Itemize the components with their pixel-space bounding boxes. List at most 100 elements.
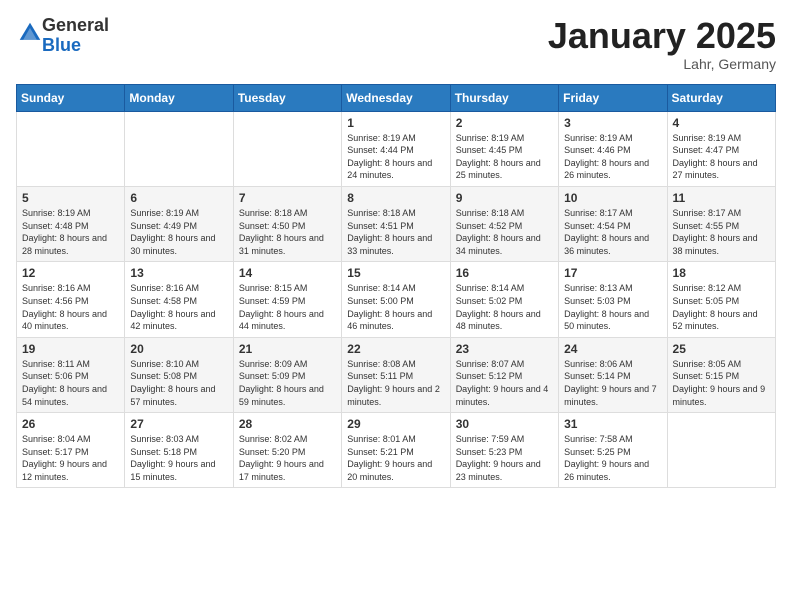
weekday-header: Saturday	[667, 84, 775, 111]
day-number: 12	[22, 266, 119, 280]
title-block: January 2025 Lahr, Germany	[548, 16, 776, 72]
day-info: Sunrise: 8:04 AMSunset: 5:17 PMDaylight:…	[22, 433, 119, 483]
location: Lahr, Germany	[548, 56, 776, 72]
day-info: Sunrise: 8:18 AMSunset: 4:50 PMDaylight:…	[239, 207, 336, 257]
calendar-cell: 24 Sunrise: 8:06 AMSunset: 5:14 PMDayligh…	[559, 337, 667, 412]
day-number: 30	[456, 417, 553, 431]
calendar-cell: 22 Sunrise: 8:08 AMSunset: 5:11 PMDayligh…	[342, 337, 450, 412]
logo: General Blue	[16, 16, 109, 56]
calendar-cell: 15 Sunrise: 8:14 AMSunset: 5:00 PMDayligh…	[342, 262, 450, 337]
day-info: Sunrise: 8:12 AMSunset: 5:05 PMDaylight:…	[673, 282, 770, 332]
day-info: Sunrise: 8:15 AMSunset: 4:59 PMDaylight:…	[239, 282, 336, 332]
calendar-week-row: 12 Sunrise: 8:16 AMSunset: 4:56 PMDayligh…	[17, 262, 776, 337]
day-number: 18	[673, 266, 770, 280]
day-number: 24	[564, 342, 661, 356]
day-info: Sunrise: 8:19 AMSunset: 4:47 PMDaylight:…	[673, 132, 770, 182]
day-number: 27	[130, 417, 227, 431]
calendar-cell	[17, 111, 125, 186]
day-number: 22	[347, 342, 444, 356]
day-info: Sunrise: 8:19 AMSunset: 4:46 PMDaylight:…	[564, 132, 661, 182]
calendar-cell: 31 Sunrise: 7:58 AMSunset: 5:25 PMDayligh…	[559, 413, 667, 488]
month-title: January 2025	[548, 16, 776, 56]
day-info: Sunrise: 8:13 AMSunset: 5:03 PMDaylight:…	[564, 282, 661, 332]
day-number: 9	[456, 191, 553, 205]
logo-icon	[18, 21, 42, 45]
day-info: Sunrise: 8:16 AMSunset: 4:58 PMDaylight:…	[130, 282, 227, 332]
day-number: 13	[130, 266, 227, 280]
day-number: 16	[456, 266, 553, 280]
day-number: 2	[456, 116, 553, 130]
day-number: 17	[564, 266, 661, 280]
day-info: Sunrise: 8:11 AMSunset: 5:06 PMDaylight:…	[22, 358, 119, 408]
day-info: Sunrise: 8:17 AMSunset: 4:55 PMDaylight:…	[673, 207, 770, 257]
calendar-week-row: 1Sunrise: 8:19 AMSunset: 4:44 PMDaylight…	[17, 111, 776, 186]
day-number: 7	[239, 191, 336, 205]
day-number: 23	[456, 342, 553, 356]
day-info: Sunrise: 8:18 AMSunset: 4:52 PMDaylight:…	[456, 207, 553, 257]
day-info: Sunrise: 8:06 AMSunset: 5:14 PMDaylight:…	[564, 358, 661, 408]
calendar-cell: 4 Sunrise: 8:19 AMSunset: 4:47 PMDaylight…	[667, 111, 775, 186]
calendar-cell: 6 Sunrise: 8:19 AMSunset: 4:49 PMDaylight…	[125, 186, 233, 261]
calendar-week-row: 26 Sunrise: 8:04 AMSunset: 5:17 PMDayligh…	[17, 413, 776, 488]
day-number: 3	[564, 116, 661, 130]
calendar-cell: 26 Sunrise: 8:04 AMSunset: 5:17 PMDayligh…	[17, 413, 125, 488]
calendar-cell: 20Sunrise: 8:10 AMSunset: 5:08 PMDayligh…	[125, 337, 233, 412]
day-number: 21	[239, 342, 336, 356]
day-number: 20	[130, 342, 227, 356]
calendar-cell: 12 Sunrise: 8:16 AMSunset: 4:56 PMDayligh…	[17, 262, 125, 337]
page-header: General Blue January 2025 Lahr, Germany	[16, 16, 776, 72]
day-number: 8	[347, 191, 444, 205]
weekday-header: Friday	[559, 84, 667, 111]
day-info: Sunrise: 7:59 AMSunset: 5:23 PMDaylight:…	[456, 433, 553, 483]
weekday-header: Monday	[125, 84, 233, 111]
calendar-cell: 3 Sunrise: 8:19 AMSunset: 4:46 PMDaylight…	[559, 111, 667, 186]
day-info: Sunrise: 8:02 AMSunset: 5:20 PMDaylight:…	[239, 433, 336, 483]
calendar-cell: 2Sunrise: 8:19 AMSunset: 4:45 PMDaylight…	[450, 111, 558, 186]
day-number: 5	[22, 191, 119, 205]
day-info: Sunrise: 8:09 AMSunset: 5:09 PMDaylight:…	[239, 358, 336, 408]
day-number: 4	[673, 116, 770, 130]
day-number: 11	[673, 191, 770, 205]
day-info: Sunrise: 7:58 AMSunset: 5:25 PMDaylight:…	[564, 433, 661, 483]
day-info: Sunrise: 8:07 AMSunset: 5:12 PMDaylight:…	[456, 358, 553, 408]
calendar-cell: 27 Sunrise: 8:03 AMSunset: 5:18 PMDayligh…	[125, 413, 233, 488]
calendar-cell: 5 Sunrise: 8:19 AMSunset: 4:48 PMDaylight…	[17, 186, 125, 261]
calendar-cell: 8 Sunrise: 8:18 AMSunset: 4:51 PMDaylight…	[342, 186, 450, 261]
calendar-cell	[233, 111, 341, 186]
weekday-header: Tuesday	[233, 84, 341, 111]
calendar-cell: 30 Sunrise: 7:59 AMSunset: 5:23 PMDayligh…	[450, 413, 558, 488]
day-number: 26	[22, 417, 119, 431]
logo-blue: Blue	[42, 35, 81, 55]
day-number: 25	[673, 342, 770, 356]
day-number: 29	[347, 417, 444, 431]
day-info: Sunrise: 8:14 AMSunset: 5:00 PMDaylight:…	[347, 282, 444, 332]
weekday-header: Thursday	[450, 84, 558, 111]
calendar-cell: 29Sunrise: 8:01 AMSunset: 5:21 PMDayligh…	[342, 413, 450, 488]
day-number: 1	[347, 116, 444, 130]
day-number: 19	[22, 342, 119, 356]
calendar-cell: 19 Sunrise: 8:11 AMSunset: 5:06 PMDayligh…	[17, 337, 125, 412]
weekday-header: Wednesday	[342, 84, 450, 111]
day-number: 6	[130, 191, 227, 205]
calendar-cell	[125, 111, 233, 186]
day-info: Sunrise: 8:18 AMSunset: 4:51 PMDaylight:…	[347, 207, 444, 257]
calendar-cell: 18 Sunrise: 8:12 AMSunset: 5:05 PMDayligh…	[667, 262, 775, 337]
calendar-cell	[667, 413, 775, 488]
day-info: Sunrise: 8:16 AMSunset: 4:56 PMDaylight:…	[22, 282, 119, 332]
calendar-week-row: 19 Sunrise: 8:11 AMSunset: 5:06 PMDayligh…	[17, 337, 776, 412]
weekday-header-row: SundayMondayTuesdayWednesdayThursdayFrid…	[17, 84, 776, 111]
day-info: Sunrise: 8:08 AMSunset: 5:11 PMDaylight:…	[347, 358, 444, 408]
calendar-cell: 16 Sunrise: 8:14 AMSunset: 5:02 PMDayligh…	[450, 262, 558, 337]
day-number: 15	[347, 266, 444, 280]
day-number: 28	[239, 417, 336, 431]
calendar-cell: 9 Sunrise: 8:18 AMSunset: 4:52 PMDaylight…	[450, 186, 558, 261]
day-info: Sunrise: 8:19 AMSunset: 4:48 PMDaylight:…	[22, 207, 119, 257]
day-info: Sunrise: 8:05 AMSunset: 5:15 PMDaylight:…	[673, 358, 770, 408]
day-info: Sunrise: 8:03 AMSunset: 5:18 PMDaylight:…	[130, 433, 227, 483]
day-info: Sunrise: 8:17 AMSunset: 4:54 PMDaylight:…	[564, 207, 661, 257]
day-number: 31	[564, 417, 661, 431]
calendar-cell: 11 Sunrise: 8:17 AMSunset: 4:55 PMDayligh…	[667, 186, 775, 261]
calendar-cell: 14Sunrise: 8:15 AMSunset: 4:59 PMDayligh…	[233, 262, 341, 337]
day-info: Sunrise: 8:14 AMSunset: 5:02 PMDaylight:…	[456, 282, 553, 332]
day-info: Sunrise: 8:19 AMSunset: 4:49 PMDaylight:…	[130, 207, 227, 257]
